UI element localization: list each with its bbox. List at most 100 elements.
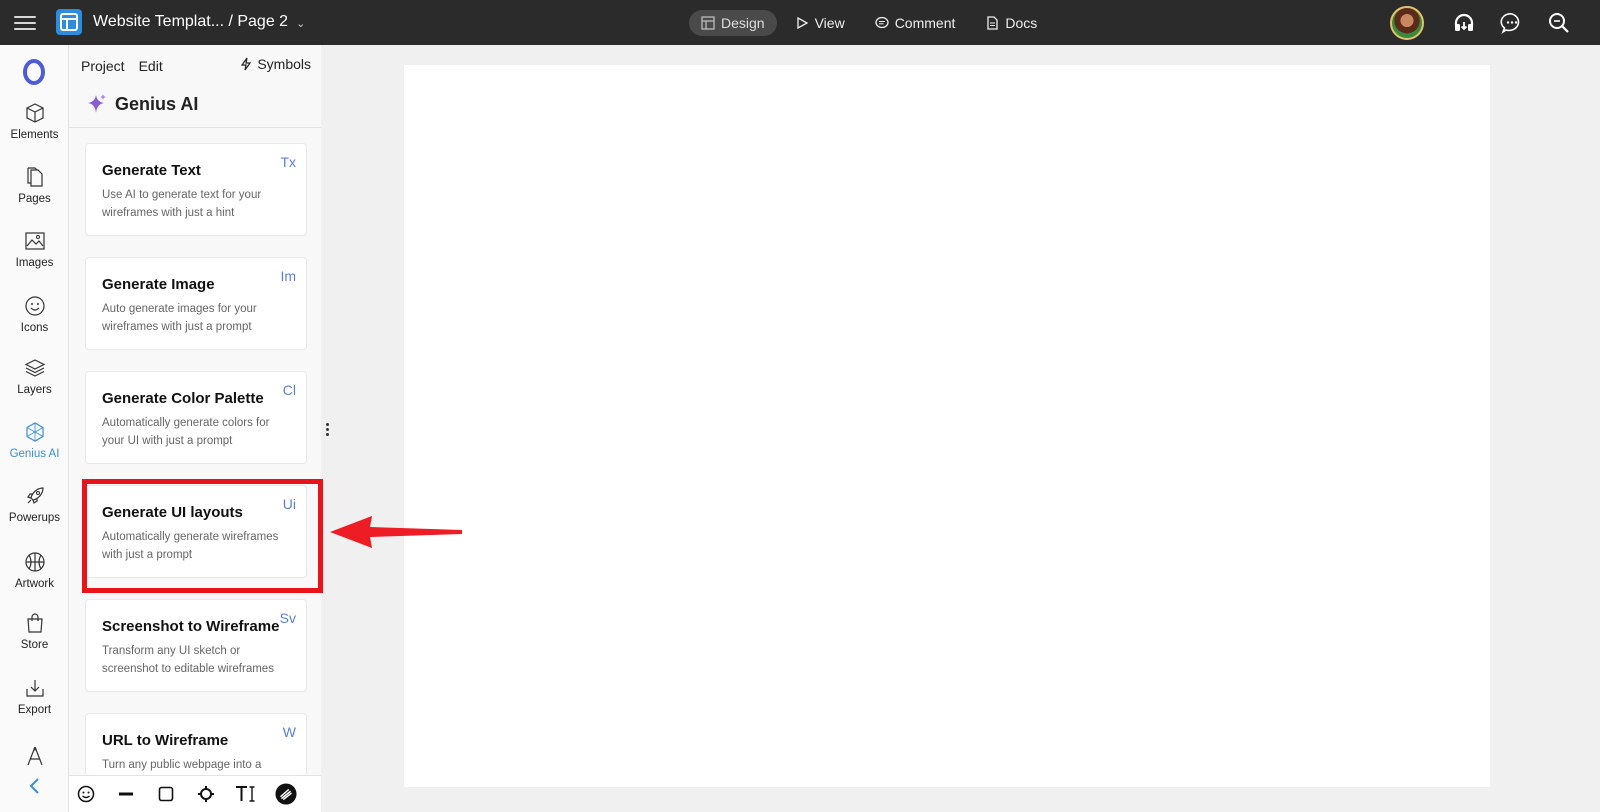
- document-title-text: Website Templat... / Page 2: [93, 13, 289, 30]
- sidebar-item-genius-ai[interactable]: Genius AI: [0, 421, 69, 460]
- sidebar-item-label: Powerups: [8, 512, 61, 524]
- card-description: Use AI to generate text for your wirefra…: [102, 189, 262, 219]
- card-badge: W: [282, 724, 296, 740]
- headset-icon[interactable]: [1452, 11, 1476, 35]
- docs-mode-button[interactable]: Docs: [973, 10, 1049, 36]
- sidebar-item-label: Layers: [17, 384, 52, 396]
- image-icon: [24, 232, 45, 250]
- basketball-icon: [24, 552, 45, 572]
- sidebar-item-label: Icons: [20, 322, 49, 334]
- url-to-wireframe-card[interactable]: URL to Wireframe Turn any public webpage…: [85, 713, 307, 775]
- docs-mode-label: Docs: [1005, 15, 1038, 31]
- sidebar-item-label: Elements: [10, 129, 59, 141]
- search-icon[interactable]: [1547, 11, 1571, 35]
- app-logo-icon[interactable]: [56, 9, 82, 35]
- pages-icon: [26, 167, 43, 187]
- comment-mode-label: Comment: [894, 15, 956, 31]
- smiley-icon: [77, 785, 95, 803]
- layers-icon: [24, 359, 45, 377]
- generate-image-card[interactable]: Generate Image Auto generate images for …: [85, 257, 307, 350]
- emoji-tool[interactable]: [75, 783, 97, 805]
- rocket-icon: [26, 487, 44, 504]
- design-canvas[interactable]: [404, 65, 1490, 787]
- top-bar: Website Templat... / Page 2 ⌄ Design Vie…: [0, 0, 1600, 45]
- text-icon: [236, 786, 255, 802]
- card-title: Screenshot to Wireframe: [102, 618, 280, 635]
- sidebar-item-label: Export: [17, 704, 52, 716]
- tab-project[interactable]: Project: [81, 58, 125, 74]
- collapse-panel-button[interactable]: [28, 777, 40, 801]
- sidebar-item-elements[interactable]: Elements: [0, 102, 69, 141]
- card-badge: Sv: [279, 610, 296, 626]
- card-title: URL to Wireframe: [102, 732, 229, 749]
- move-icon: [198, 786, 214, 802]
- symbols-label: Symbols: [257, 56, 311, 72]
- generate-text-card[interactable]: Generate Text Use AI to generate text fo…: [85, 143, 307, 236]
- play-icon: [796, 16, 808, 30]
- line-icon: [119, 792, 133, 796]
- sidebar-item-powerups[interactable]: Powerups: [0, 485, 69, 524]
- square-icon: [158, 786, 174, 802]
- genius-ai-panel: Project Edit Symbols Genius AI Generate …: [69, 45, 321, 812]
- sidebar-item-images[interactable]: Images: [0, 230, 69, 269]
- design-mode-button[interactable]: Design: [689, 10, 777, 36]
- annotation-arrow-icon: [330, 516, 462, 548]
- genius-ai-icon: [25, 422, 44, 442]
- panel-tabs: Project Edit: [81, 58, 163, 74]
- component-tool[interactable]: [195, 783, 217, 805]
- bottom-toolbar: [69, 775, 321, 812]
- divider: [69, 127, 321, 128]
- sidebar-item-label: Genius AI: [9, 448, 60, 460]
- sidebar-item-artwork[interactable]: Artwork: [0, 551, 69, 590]
- annotation-highlight-box: [82, 479, 323, 593]
- view-mode-button[interactable]: View: [783, 10, 857, 36]
- export-icon: [25, 680, 44, 697]
- card-description: Turn any public webpage into a: [102, 759, 262, 771]
- comment-mode-button[interactable]: Comment: [863, 10, 968, 36]
- chevron-left-icon: [29, 778, 39, 794]
- generate-color-palette-card[interactable]: Generate Color Palette Automatically gen…: [85, 371, 307, 464]
- panel-resize-handle[interactable]: [324, 422, 330, 438]
- layout-icon: [701, 16, 715, 30]
- sidebar-item-label: Images: [15, 257, 54, 269]
- symbols-button[interactable]: Symbols: [240, 56, 311, 72]
- screenshot-to-wireframe-card[interactable]: Screenshot to Wireframe Transform any UI…: [85, 599, 307, 692]
- rectangle-tool[interactable]: [155, 783, 177, 805]
- card-title: Generate Color Palette: [102, 390, 264, 407]
- sidebar-item-label: Artwork: [15, 578, 54, 590]
- line-tool[interactable]: [115, 783, 137, 805]
- sidebar-item-label: Store: [20, 639, 49, 651]
- panel-title: Genius AI: [87, 93, 198, 115]
- comment-icon: [875, 16, 889, 29]
- card-description: Auto generate images for your wireframes…: [102, 303, 257, 333]
- sidebar-item-layers[interactable]: Layers: [0, 357, 69, 396]
- chat-icon[interactable]: [1500, 11, 1524, 35]
- left-rail: Elements Pages Images Icons Layers Geniu…: [0, 45, 69, 812]
- mode-switcher: Design View Comment Docs: [689, 10, 1049, 36]
- text-tool[interactable]: [235, 783, 257, 805]
- brand-logo-icon[interactable]: [22, 59, 46, 85]
- sketch-icon: [275, 783, 297, 805]
- lightning-icon: [241, 57, 252, 71]
- sidebar-item-label: Pages: [18, 193, 51, 205]
- smiley-icon: [24, 296, 45, 316]
- card-title: Generate Image: [102, 276, 215, 293]
- compass-icon[interactable]: [24, 745, 46, 767]
- card-description: Transform any UI sketch or screenshot to…: [102, 645, 274, 675]
- card-title: Generate Text: [102, 162, 201, 179]
- view-mode-label: View: [814, 15, 845, 31]
- card-description: Automatically generate colors for your U…: [102, 417, 270, 447]
- sidebar-item-export[interactable]: Export: [0, 677, 69, 716]
- user-avatar[interactable]: [1390, 6, 1424, 40]
- sketch-tool[interactable]: [275, 783, 297, 805]
- sidebar-item-pages[interactable]: Pages: [0, 166, 69, 205]
- tab-edit[interactable]: Edit: [139, 58, 163, 74]
- panel-title-text: Genius AI: [115, 93, 199, 114]
- document-icon: [987, 16, 999, 30]
- bag-icon: [26, 613, 43, 633]
- menu-icon[interactable]: [14, 12, 36, 32]
- card-badge: Tx: [280, 154, 296, 170]
- document-title[interactable]: Website Templat... / Page 2 ⌄: [93, 13, 305, 31]
- sidebar-item-store[interactable]: Store: [0, 612, 69, 651]
- sidebar-item-icons[interactable]: Icons: [0, 295, 69, 334]
